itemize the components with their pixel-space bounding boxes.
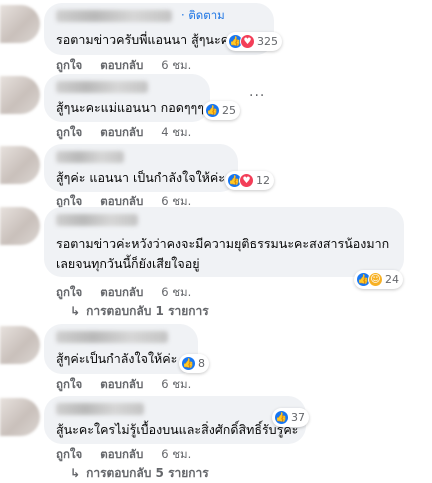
comment-time[interactable]: 6 ชม. xyxy=(161,58,191,72)
reaction-count: 37 xyxy=(291,411,305,424)
reply-arrow-icon: ↳ xyxy=(70,466,81,480)
reaction-summary[interactable]: 👍 25 xyxy=(203,101,240,120)
comment-text-line: เลยจนทุกวันนี้ก็ยังเสียใจอยู่ xyxy=(56,256,200,271)
comment-time[interactable]: 6 ชม. xyxy=(161,285,191,299)
author-name-blurred xyxy=(56,331,168,343)
reply-action[interactable]: ตอบกลับ xyxy=(100,447,143,461)
reply-action[interactable]: ตอบกลับ xyxy=(100,377,143,391)
reaction-summary[interactable]: 👍 ♥ 325 xyxy=(226,32,282,51)
author-name-blurred xyxy=(56,214,138,226)
like-action[interactable]: ถูกใจ xyxy=(56,125,82,139)
author-name-blurred xyxy=(56,151,124,163)
comment-text: สู้ๆค่ะเป็นกำลังใจให้ค่ะ xyxy=(56,351,178,366)
reaction-summary[interactable]: 👍 ☺ 24 xyxy=(354,270,403,289)
comment-bubble: รอตามข่าวค่ะหวังว่าคงจะมีความยุติธรรมนะค… xyxy=(44,207,404,277)
like-icon: 👍 xyxy=(181,356,196,371)
reaction-count: 8 xyxy=(198,357,205,370)
author-name-blurred xyxy=(56,81,148,93)
like-icon: 👍 xyxy=(274,410,289,425)
comment-actions: ถูกใจ ตอบกลับ 4 ชม. xyxy=(56,124,209,142)
comment-bubble: สู้นะคะใครไม่รู้เบื้องบนและสิ่งศักดิ์สิท… xyxy=(44,396,306,444)
comment-text: สู้ๆค่ะ แอนนา เป็นกำลังใจให้ค่ะ xyxy=(56,170,225,185)
comment-text: รอตามข่าวครับพี่แอนนา สู้ๆนะครับ xyxy=(56,32,244,47)
more-options-icon[interactable]: ··· xyxy=(249,88,265,104)
avatar[interactable] xyxy=(0,146,40,184)
comment-bubble: สู้ๆนะคะแม่แอนนา กอดๆๆๆ xyxy=(44,74,210,122)
comment-time[interactable]: 6 ชม. xyxy=(161,377,191,391)
reaction-count: 12 xyxy=(256,174,270,187)
comment-text: สู้ๆนะคะแม่แอนนา กอดๆๆๆ xyxy=(56,100,204,115)
follow-link[interactable]: · ติดตาม xyxy=(181,7,225,25)
like-action[interactable]: ถูกใจ xyxy=(56,377,82,391)
author-name-blurred xyxy=(56,10,172,22)
love-icon: ♥ xyxy=(239,173,254,188)
like-action[interactable]: ถูกใจ xyxy=(56,58,82,72)
reaction-count: 325 xyxy=(257,35,278,48)
reaction-summary[interactable]: 👍 ♥ 12 xyxy=(225,171,274,190)
reaction-count: 25 xyxy=(222,104,236,117)
love-icon: ♥ xyxy=(240,34,255,49)
comment-time[interactable]: 6 ชม. xyxy=(161,447,191,461)
comment-actions: ถูกใจ ตอบกลับ 6 ชม. xyxy=(56,376,209,394)
view-replies-link[interactable]: ↳ การตอบกลับ 5 รายการ xyxy=(70,464,209,483)
reaction-summary[interactable]: 👍 8 xyxy=(179,354,209,373)
view-replies-link[interactable]: ↳ การตอบกลับ 1 รายการ xyxy=(70,302,209,321)
replies-label[interactable]: การตอบกลับ 5 รายการ xyxy=(86,466,209,480)
like-action[interactable]: ถูกใจ xyxy=(56,194,82,208)
author-name-blurred xyxy=(56,403,144,415)
avatar[interactable] xyxy=(0,398,40,436)
reaction-summary[interactable]: 👍 37 xyxy=(272,408,309,427)
comment-text-line: รอตามข่าวค่ะหวังว่าคงจะมีความยุติธรรมนะค… xyxy=(56,236,390,251)
care-icon: ☺ xyxy=(368,272,383,287)
like-action[interactable]: ถูกใจ xyxy=(56,447,82,461)
comment-text: สู้นะคะใครไม่รู้เบื้องบนและสิ่งศักดิ์สิท… xyxy=(56,422,299,437)
comment-time[interactable]: 6 ชม. xyxy=(161,194,191,208)
follow-dot: · xyxy=(181,8,185,22)
avatar[interactable] xyxy=(0,207,40,245)
comment-bubble: สู้ๆค่ะ แอนนา เป็นกำลังใจให้ค่ะ xyxy=(44,144,238,192)
reply-action[interactable]: ตอบกลับ xyxy=(100,285,143,299)
comment-time[interactable]: 4 ชม. xyxy=(161,125,191,139)
reply-arrow-icon: ↳ xyxy=(70,304,81,318)
reaction-count: 24 xyxy=(385,273,399,286)
replies-label[interactable]: การตอบกลับ 1 รายการ xyxy=(86,304,209,318)
avatar[interactable] xyxy=(0,5,40,43)
comment-actions: ถูกใจ ตอบกลับ 6 ชม. xyxy=(56,57,209,75)
reply-action[interactable]: ตอบกลับ xyxy=(100,125,143,139)
like-action[interactable]: ถูกใจ xyxy=(56,285,82,299)
comment-bubble: สู้ๆค่ะเป็นกำลังใจให้ค่ะ xyxy=(44,324,198,374)
follow-label[interactable]: ติดตาม xyxy=(188,8,224,22)
avatar[interactable] xyxy=(0,76,40,114)
reply-action[interactable]: ตอบกลับ xyxy=(100,58,143,72)
comment-actions: ถูกใจ ตอบกลับ 6 ชม. xyxy=(56,446,209,464)
like-icon: 👍 xyxy=(205,103,220,118)
comment-actions: ถูกใจ ตอบกลับ 6 ชม. xyxy=(56,284,209,302)
avatar[interactable] xyxy=(0,326,40,364)
reply-action[interactable]: ตอบกลับ xyxy=(100,194,143,208)
